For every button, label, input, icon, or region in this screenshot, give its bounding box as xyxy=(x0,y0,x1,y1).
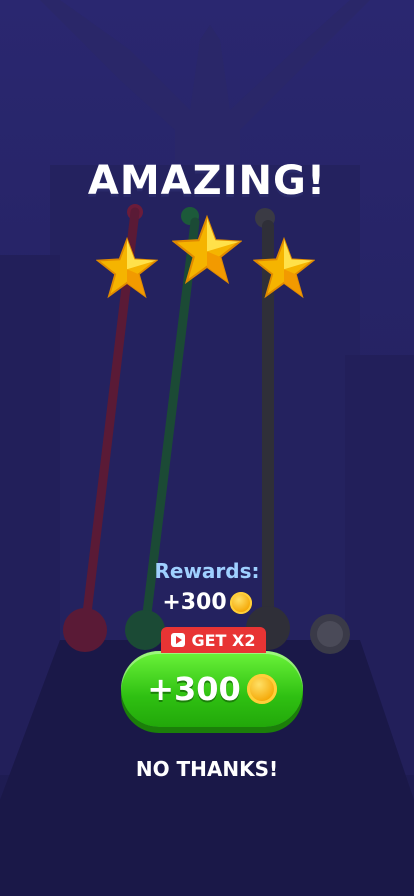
claim-amount: +300 xyxy=(147,670,241,708)
claim-double-reward-button[interactable]: +300 xyxy=(121,651,303,727)
play-video-icon xyxy=(171,633,186,647)
get-x2-badge[interactable]: GET X2 xyxy=(161,627,266,653)
coin-icon xyxy=(229,591,252,614)
get-x2-label: GET X2 xyxy=(191,630,256,650)
coin-icon xyxy=(246,674,277,704)
level-complete-screen: AMAZING! Rewards: +300 GET X2 +300 NO TH… xyxy=(0,0,414,896)
star-icon xyxy=(96,236,158,299)
result-title: AMAZING! xyxy=(87,158,327,204)
rewards-amount: +300 xyxy=(0,590,414,615)
star-icon xyxy=(253,236,315,299)
rewards-label: Rewards: xyxy=(154,559,260,583)
rewards-amount-value: +300 xyxy=(162,590,227,615)
star-icon xyxy=(172,214,242,285)
no-thanks-button[interactable]: NO THANKS! xyxy=(0,757,414,781)
